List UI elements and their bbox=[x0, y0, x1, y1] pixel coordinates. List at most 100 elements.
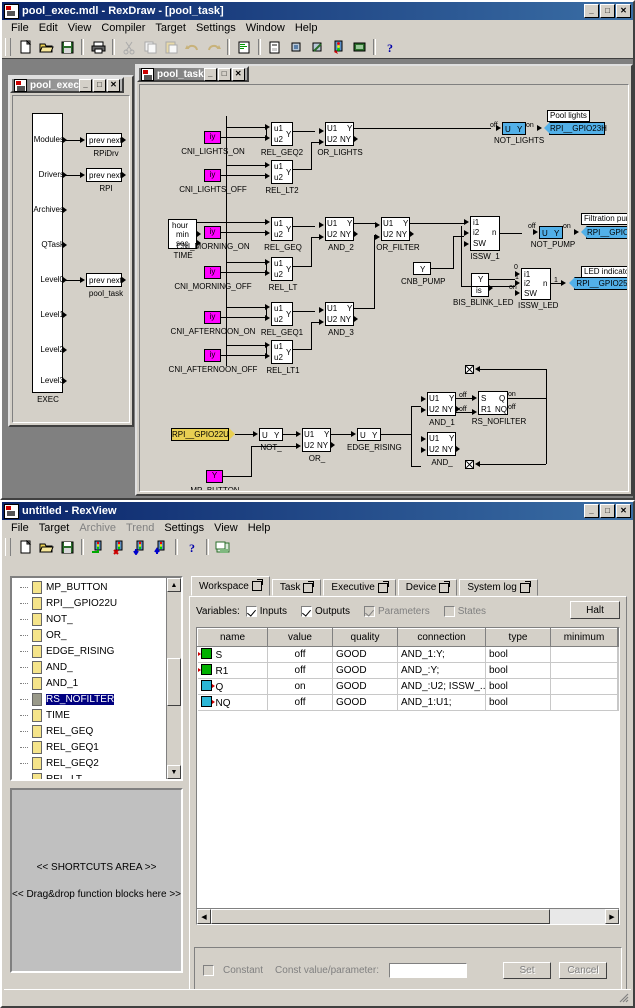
block-bis-blink-led[interactable]: Y is bbox=[471, 273, 489, 297]
tree-item-2[interactable]: NOT_ bbox=[12, 611, 167, 627]
hscroll-left-arrow[interactable]: ◀ bbox=[197, 909, 211, 924]
download-icon[interactable] bbox=[265, 38, 285, 57]
tree-item-6[interactable]: AND_1 bbox=[12, 675, 167, 691]
tree-scrollbar[interactable]: ▲ ▼ bbox=[166, 578, 181, 779]
cancel-button[interactable]: Cancel bbox=[559, 961, 607, 979]
block-and-2[interactable]: U1 U2 Y NY bbox=[325, 217, 354, 241]
block-and-3[interactable]: U1 U2 Y NY bbox=[325, 302, 354, 326]
col-type[interactable]: type bbox=[485, 628, 551, 647]
disconnect-icon[interactable] bbox=[307, 38, 327, 57]
goto-marker-top[interactable] bbox=[465, 365, 474, 374]
diagram-icon[interactable] bbox=[213, 538, 233, 557]
halt-button[interactable]: Halt bbox=[570, 601, 620, 619]
block-rs-nofilter[interactable]: S R1 Q NQ bbox=[478, 391, 508, 415]
inputs-checkbox[interactable] bbox=[245, 605, 257, 617]
open-folder-icon[interactable] bbox=[36, 38, 56, 57]
variables-table-container[interactable]: name value quality connection type minim… bbox=[196, 627, 620, 925]
pool-task-maximize-button[interactable]: □ bbox=[217, 67, 231, 81]
col-value[interactable]: value bbox=[267, 628, 333, 647]
rexview-menu-view[interactable]: View bbox=[209, 521, 243, 535]
block-cni-lights-on[interactable]: iy bbox=[204, 131, 221, 144]
block-rel-geq[interactable]: u1 u2 Y bbox=[271, 217, 293, 241]
block-and-1[interactable]: U1 U2 Y NY bbox=[427, 392, 456, 416]
hscroll-right-arrow[interactable]: ▶ bbox=[605, 909, 619, 924]
rexview-close-button[interactable]: ✕ bbox=[616, 504, 631, 518]
io-rpi-gpio25[interactable]: RPI__GPIO25 bbox=[569, 277, 627, 290]
tab-system-log[interactable]: System log bbox=[459, 579, 538, 596]
pool-task-titlebar[interactable]: pool_task _ □ ✕ bbox=[137, 66, 249, 82]
goto-marker-bottom[interactable] bbox=[465, 460, 474, 469]
tree-item-11[interactable]: REL_GEQ2 bbox=[12, 755, 167, 771]
compile-icon[interactable] bbox=[234, 38, 254, 57]
block-cnb-pump[interactable]: Y bbox=[413, 262, 431, 275]
print-icon[interactable] bbox=[88, 38, 108, 57]
tree-item-3[interactable]: OR_ bbox=[12, 627, 167, 643]
rexview-menu-settings[interactable]: Settings bbox=[159, 521, 209, 535]
connect-icon[interactable] bbox=[88, 538, 108, 557]
new-file-icon[interactable] bbox=[15, 38, 35, 57]
const-value-input[interactable] bbox=[388, 962, 467, 978]
save-disk-icon[interactable] bbox=[57, 38, 77, 57]
filter-outputs[interactable]: Outputs bbox=[300, 605, 350, 617]
pool-exec-minimize-button[interactable]: _ bbox=[78, 78, 92, 92]
menu-help[interactable]: Help bbox=[290, 21, 323, 35]
block-cni-morning-on[interactable]: iy bbox=[204, 226, 221, 239]
traffic-light-icon[interactable] bbox=[328, 38, 348, 57]
io-rpi-gpio22u[interactable]: RPI__GPIO22U bbox=[171, 428, 235, 441]
rexview-menu-help[interactable]: Help bbox=[243, 521, 276, 535]
connect-icon[interactable] bbox=[286, 38, 306, 57]
menu-window[interactable]: Window bbox=[241, 21, 290, 35]
rexdraw-titlebar[interactable]: pool_exec.mdl - RexDraw - [pool_task] _ … bbox=[2, 2, 633, 20]
toolbar-grip[interactable] bbox=[5, 38, 11, 56]
block-cni-lights-off[interactable]: iy bbox=[204, 169, 221, 182]
tab-device[interactable]: Device bbox=[397, 579, 458, 596]
tree-item-9[interactable]: REL_GEQ bbox=[12, 723, 167, 739]
menu-view[interactable]: View bbox=[63, 21, 97, 35]
open-folder-icon[interactable] bbox=[36, 538, 56, 557]
scroll-up-arrow[interactable]: ▲ bbox=[167, 578, 181, 592]
pool-exec-titlebar[interactable]: pool_exec _ □ ✕ bbox=[10, 77, 124, 93]
pool-task-close-button[interactable]: ✕ bbox=[231, 67, 245, 81]
menu-compiler[interactable]: Compiler bbox=[96, 21, 150, 35]
new-file-icon[interactable] bbox=[15, 538, 35, 557]
tab-executive[interactable]: Executive bbox=[323, 579, 396, 596]
help-question-icon[interactable]: ? bbox=[380, 38, 400, 57]
minimize-button[interactable]: _ bbox=[584, 4, 599, 18]
block-cni-afternoon-off[interactable]: iy bbox=[204, 349, 221, 362]
scroll-thumb[interactable] bbox=[167, 658, 181, 706]
pool-task-minimize-button[interactable]: _ bbox=[203, 67, 217, 81]
block-rel-geq2[interactable]: u1 u2 Y bbox=[271, 122, 293, 146]
tab-task[interactable]: Task bbox=[271, 579, 322, 596]
rexview-titlebar[interactable]: untitled - RexView _ □ ✕ bbox=[2, 502, 633, 520]
block-or-lights[interactable]: U1 U2 Y NY bbox=[325, 122, 354, 146]
block-rel-lt2[interactable]: u1 u2 Y bbox=[271, 160, 293, 184]
save-disk-icon[interactable] bbox=[57, 538, 77, 557]
close-button[interactable]: ✕ bbox=[616, 4, 631, 18]
help-question-icon[interactable]: ? bbox=[182, 538, 202, 557]
menu-settings[interactable]: Settings bbox=[191, 21, 241, 35]
block-or[interactable]: U1 U2 Y NY bbox=[302, 428, 331, 452]
table-row[interactable]: Q on GOOD AND_:U2; ISSW_... bool bbox=[197, 678, 619, 695]
rexview-menu-target[interactable]: Target bbox=[34, 521, 75, 535]
col-minimum[interactable]: minimum bbox=[550, 628, 618, 647]
block-mp-button[interactable]: Y bbox=[206, 470, 223, 483]
pool-task-canvas[interactable]: iy CNI_LIGHTS_ON u1 u2 Y REL_GEQ2 iy CNI… bbox=[139, 84, 629, 492]
col-name[interactable]: name bbox=[197, 628, 268, 647]
io-rpi-gpio24h[interactable]: RPI__GPIO24H bbox=[581, 226, 627, 239]
col-quality[interactable]: quality bbox=[332, 628, 398, 647]
download-icon[interactable] bbox=[130, 538, 150, 557]
col-connection[interactable]: connection bbox=[397, 628, 486, 647]
tree-item-1[interactable]: RPI__GPIO22U bbox=[12, 595, 167, 611]
table-row[interactable]: NQ off GOOD AND_1:U1; bool bbox=[197, 694, 619, 711]
col-max[interactable]: max bbox=[617, 628, 619, 647]
block-not[interactable]: U Y bbox=[259, 428, 283, 441]
menu-edit[interactable]: Edit bbox=[34, 21, 63, 35]
block-or-filter[interactable]: U1 U2 Y NY bbox=[381, 217, 410, 241]
tree-item-0[interactable]: MP_BUTTON bbox=[12, 579, 167, 595]
rexview-menu-file[interactable]: File bbox=[6, 521, 34, 535]
table-row[interactable]: S off GOOD AND_1:Y; bool bbox=[197, 646, 619, 663]
io-rpi-gpio23h[interactable]: RPI__GPIO23H bbox=[544, 122, 607, 135]
watch-icon[interactable] bbox=[349, 38, 369, 57]
rexview-toolbar-grip[interactable] bbox=[5, 538, 11, 556]
block-edge-rising[interactable]: U Y bbox=[357, 428, 381, 441]
